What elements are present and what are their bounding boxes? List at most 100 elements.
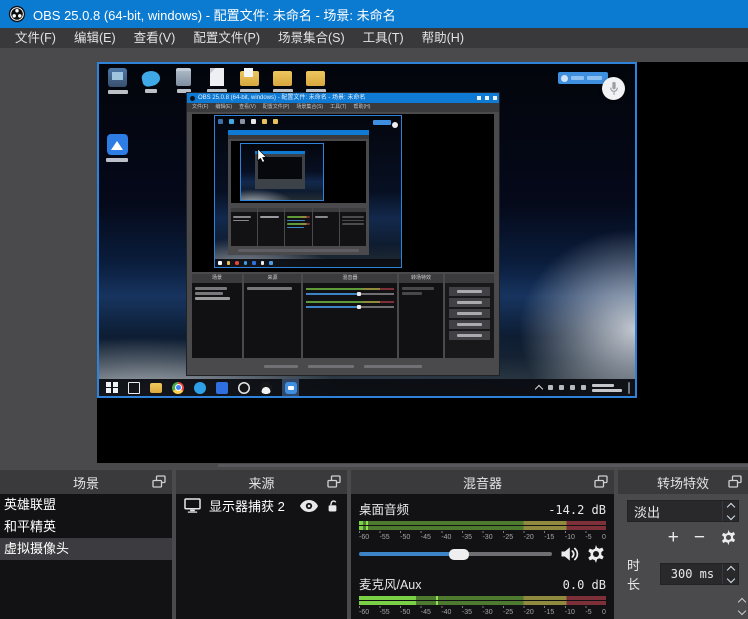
scene-item[interactable]: 英雄联盟: [0, 494, 172, 516]
mixer-body: 桌面音频 -14.2 dB -60-55-50-45-40-35-30-25-2…: [351, 494, 614, 619]
display-capture-source[interactable]: OBS 25.0.8 (64-bit, windows) - 配置文件: 未命名…: [97, 62, 637, 398]
folder-icon: [270, 66, 295, 94]
bottom-docks: 场景 英雄联盟 和平精英 虚拟摄像头 来源 显示器捕获 2: [0, 470, 748, 619]
transition-settings-gear-icon[interactable]: [720, 529, 737, 546]
volume-slider-handle[interactable]: [449, 549, 469, 560]
channel-db-value: -14.2 dB: [548, 503, 606, 517]
title-bar[interactable]: OBS 25.0.8 (64-bit, windows) - 配置文件: 未命名…: [0, 0, 748, 28]
transitions-body: 淡出 + − 时长 300 ms: [618, 494, 748, 619]
transitions-title: 转场特效: [657, 473, 709, 492]
document-icon: [204, 66, 229, 94]
floating-toolbar: [558, 72, 608, 84]
mixer-channel-mic-aux: 麦克风/Aux 0.0 dB -60-55-50-45-40-35-30-25-…: [359, 574, 606, 619]
preview-canvas[interactable]: OBS 25.0.8 (64-bit, windows) - 配置文件: 未命名…: [97, 62, 748, 463]
transitions-header[interactable]: 转场特效: [618, 470, 748, 494]
menu-file[interactable]: 文件(F): [6, 28, 65, 48]
recycle-bin-icon: [171, 66, 196, 94]
task-view-icon: [128, 382, 140, 394]
captured-status-bar: [192, 362, 494, 371]
channel-db-value: 0.0 dB: [563, 578, 606, 592]
obs-taskbar-icon: [238, 382, 250, 394]
app-icon: [216, 382, 228, 394]
desktop-icons: [105, 66, 328, 94]
meter-tick-labels: -60-55-50-45-40-35-30-25-20-15-10-50: [359, 609, 606, 616]
corner-spinner[interactable]: [739, 597, 745, 616]
source-item[interactable]: 显示器捕获 2: [176, 494, 347, 517]
menu-profile[interactable]: 配置文件(P): [184, 28, 269, 48]
dock-splitter[interactable]: [218, 464, 748, 467]
volume-slider[interactable]: [359, 552, 552, 556]
captured-window-menubar: 文件(F)编辑(E)查看(V)配置文件(P)场景集合(S)工具(T)帮助(H): [187, 103, 499, 112]
active-app-highlight: [282, 379, 299, 396]
menu-scene-collection[interactable]: 场景集合(S): [269, 28, 354, 48]
captured-docks: 场景 来源 混音器 转场特效 .: [192, 274, 494, 358]
tray-clock: [592, 384, 622, 392]
menu-help[interactable]: 帮助(H): [413, 28, 473, 48]
transition-selected-value: 淡出: [628, 502, 722, 521]
meeting-app-icon: [104, 134, 130, 162]
volume-meter: [359, 596, 606, 605]
explorer-icon: [150, 383, 162, 393]
visibility-eye-icon[interactable]: [300, 500, 318, 512]
captured-obs-window: OBS 25.0.8 (64-bit, windows) - 配置文件: 未命名…: [187, 93, 499, 375]
folder-icon: [237, 66, 262, 94]
scene-list: 英雄联盟 和平精英 虚拟摄像头: [0, 494, 172, 619]
channel-name: 桌面音频: [359, 499, 409, 518]
recursive-capture-level4: [240, 143, 324, 201]
sources-header[interactable]: 来源: [176, 470, 347, 494]
meter-tickmarks: [359, 531, 606, 533]
duration-spinbox[interactable]: 300 ms: [660, 563, 739, 585]
mouse-cursor: [257, 148, 267, 163]
menu-view[interactable]: 查看(V): [125, 28, 185, 48]
captured-window-titlebar: OBS 25.0.8 (64-bit, windows) - 配置文件: 未命名…: [187, 93, 499, 103]
mixer-channel-desktop-audio: 桌面音频 -14.2 dB -60-55-50-45-40-35-30-25-2…: [359, 499, 606, 563]
mixer-dock: 混音器 桌面音频 -14.2 dB -60-55-50-45-40-35-30: [351, 470, 614, 619]
captured-taskbar: [99, 379, 635, 396]
display-icon: [184, 498, 201, 513]
scene-item[interactable]: 和平精英: [0, 516, 172, 538]
menu-edit[interactable]: 编辑(E): [65, 28, 125, 48]
meter-tickmarks: [359, 606, 606, 608]
speaker-icon[interactable]: [559, 544, 579, 564]
add-transition-button[interactable]: +: [668, 530, 679, 546]
transition-select[interactable]: 淡出: [627, 500, 739, 522]
menu-tools[interactable]: 工具(T): [354, 28, 413, 48]
floating-mic-button: [602, 77, 625, 100]
detach-icon[interactable]: [594, 475, 608, 489]
captured-preview-area: [187, 112, 499, 272]
unlock-icon[interactable]: [326, 499, 339, 513]
mixer-header[interactable]: 混音器: [351, 470, 614, 494]
detach-icon[interactable]: [327, 475, 341, 489]
start-button-icon: [106, 382, 118, 394]
sources-dock: 来源 显示器捕获 2: [176, 470, 347, 619]
duration-value: 300 ms: [661, 567, 722, 581]
detach-icon[interactable]: [152, 475, 166, 489]
browser-icon: [172, 382, 184, 394]
transition-select-spinner[interactable]: [722, 501, 738, 521]
meeting-taskbar-icon: [285, 382, 297, 394]
source-list: 显示器捕获 2: [176, 494, 347, 619]
channel-name: 麦克风/Aux: [359, 574, 422, 593]
microphone-icon: [609, 81, 619, 96]
mixer-title: 混音器: [463, 473, 502, 492]
captured-window-buttons: [477, 96, 497, 100]
duration-label: 时长: [627, 555, 653, 593]
sources-title: 来源: [248, 473, 274, 492]
desktop-icon: [105, 66, 130, 94]
app-icon: [194, 382, 206, 394]
folder-icon: [303, 66, 328, 94]
scene-item-selected[interactable]: 虚拟摄像头: [0, 538, 172, 560]
menu-bar: 文件(F) 编辑(E) 查看(V) 配置文件(P) 场景集合(S) 工具(T) …: [0, 28, 748, 48]
window-title: OBS 25.0.8 (64-bit, windows) - 配置文件: 未命名…: [33, 5, 396, 24]
duration-spinner[interactable]: [722, 564, 738, 584]
volume-meter: [359, 521, 606, 530]
scenes-dock: 场景 英雄联盟 和平精英 虚拟摄像头: [0, 470, 172, 619]
recursive-capture-level2: [214, 115, 402, 268]
system-tray: [536, 382, 635, 394]
obs-logo-icon: [8, 5, 26, 23]
remove-transition-button[interactable]: −: [694, 530, 705, 546]
detach-icon[interactable]: [728, 475, 742, 489]
scenes-header[interactable]: 场景: [0, 470, 172, 494]
obs-main-window: OBS 25.0.8 (64-bit, windows) - 配置文件: 未命名…: [0, 0, 748, 619]
channel-settings-gear-icon[interactable]: [586, 544, 606, 564]
